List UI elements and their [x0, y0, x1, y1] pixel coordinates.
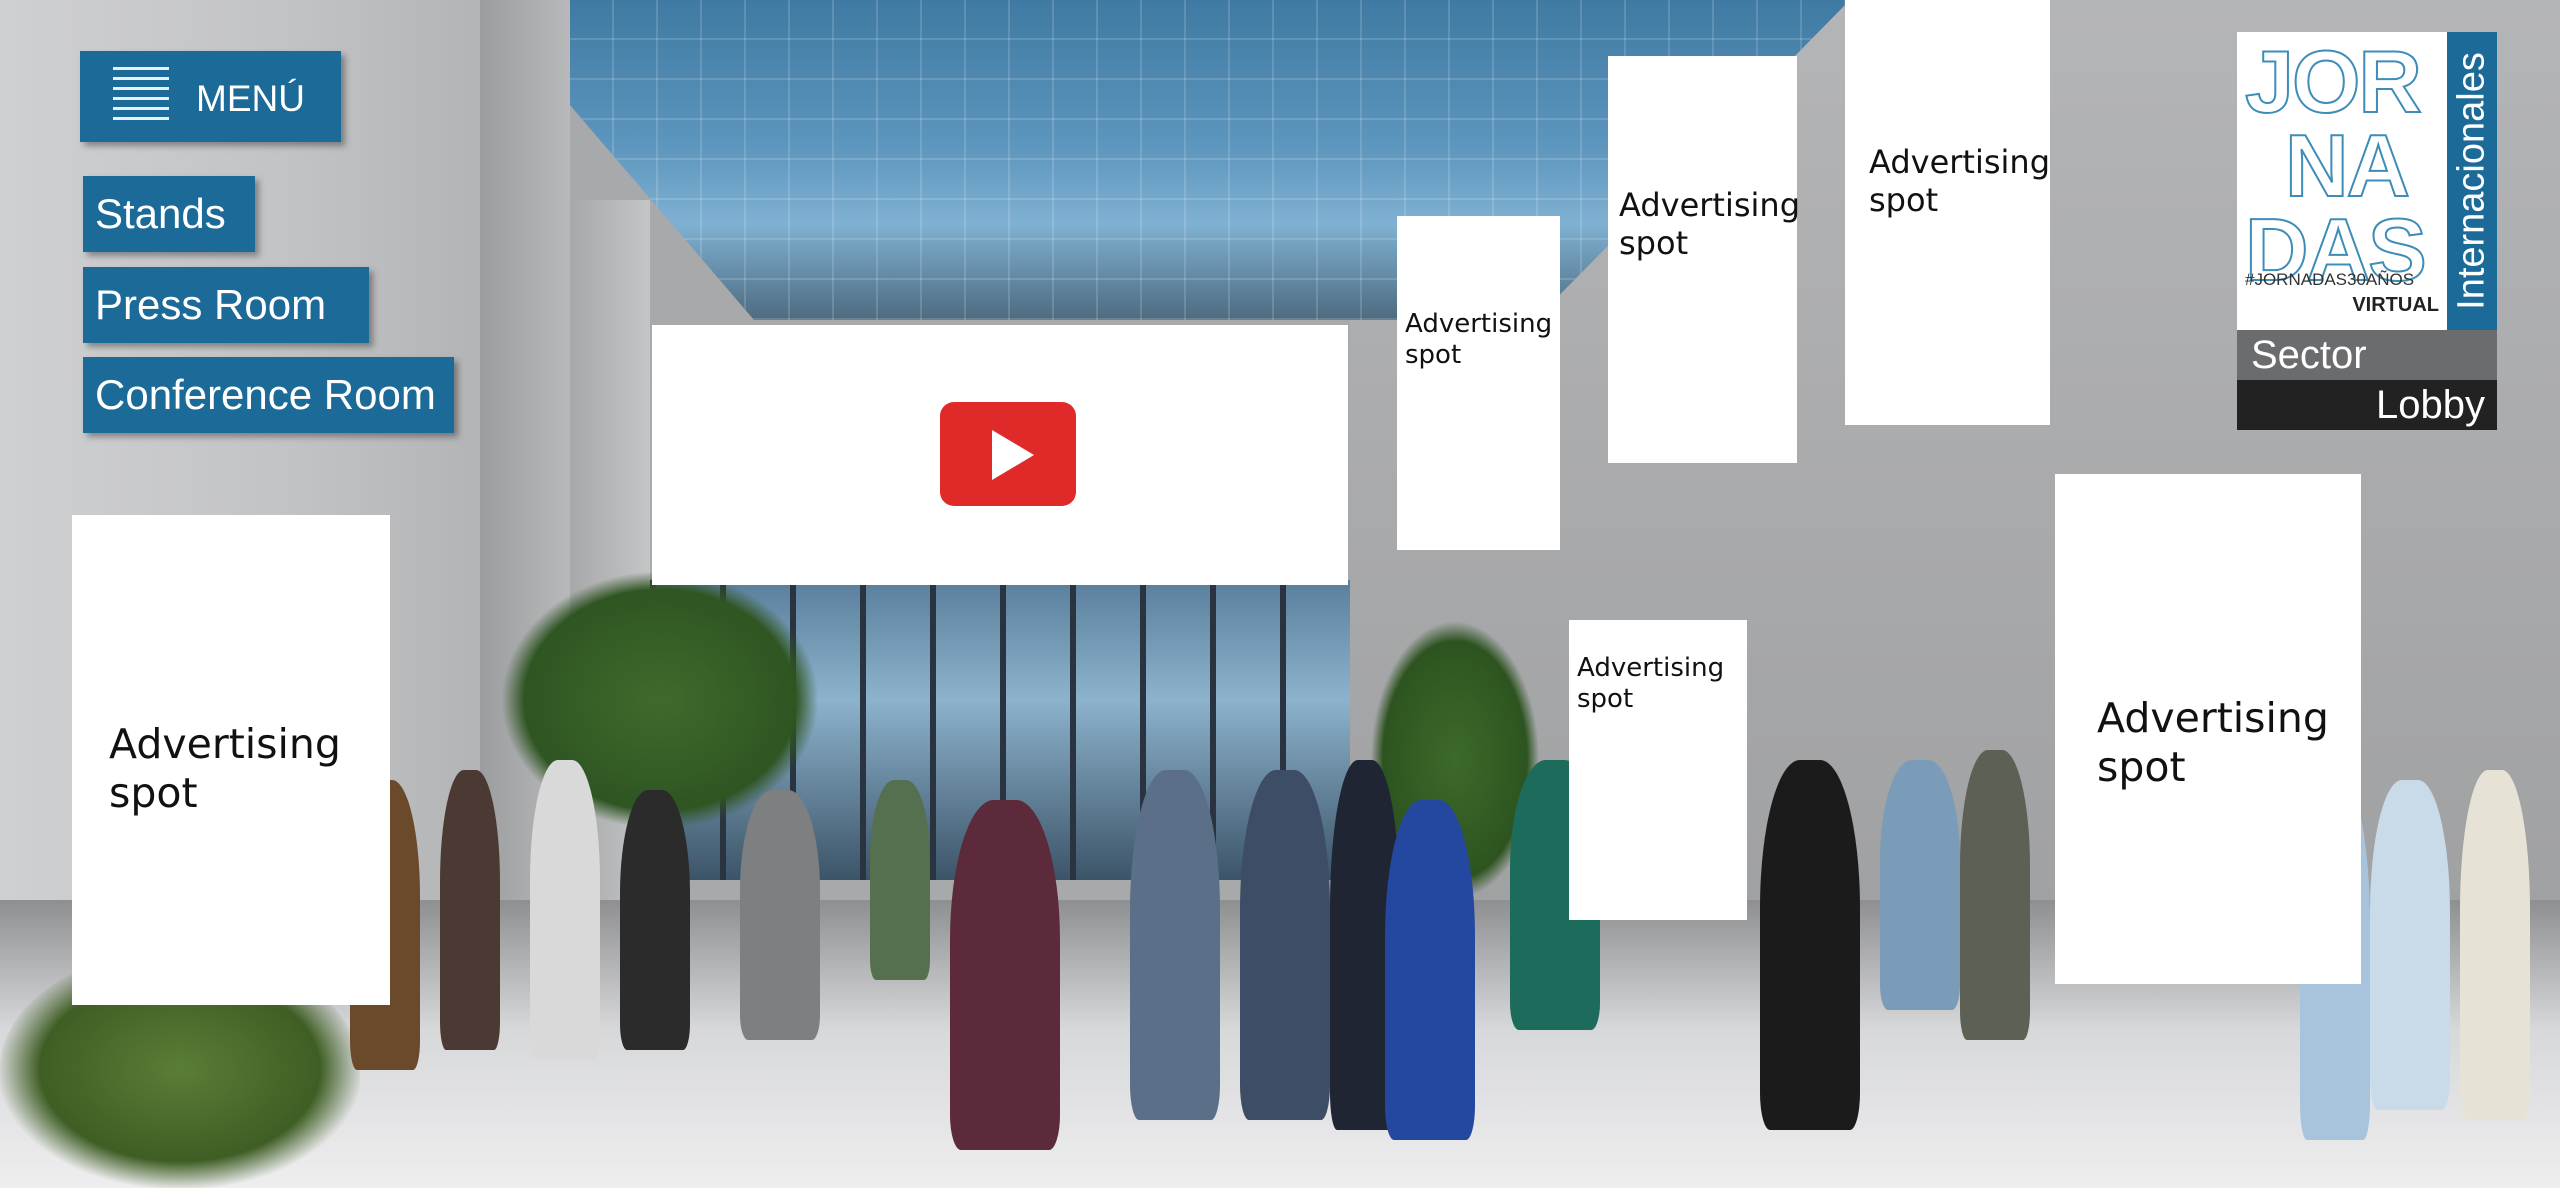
logo-hashtag: #JORNADAS30AÑOS [2245, 270, 2415, 289]
logo-line: JOR [2244, 32, 2423, 131]
visitor [1240, 770, 1330, 1120]
jornadas-logo: JOR NA DAS #JORNADAS30AÑOS VIRTUAL Inter… [2237, 32, 2497, 430]
logo-vertical-text: Internacionales [2450, 52, 2493, 310]
hamburger-icon [113, 67, 169, 125]
advertising-spot-right[interactable]: Advertising spot [2055, 474, 2361, 984]
logo-panel: JOR NA DAS #JORNADAS30AÑOS VIRTUAL [2237, 32, 2447, 330]
advertising-spot-label: Advertising spot [1869, 143, 2051, 220]
menu-label: MENÚ [196, 78, 305, 119]
advertising-spot-center-tall[interactable]: Advertising spot [1608, 56, 1801, 463]
visitor [530, 760, 600, 1060]
advertising-spot-label: Advertising spot [1405, 309, 1553, 371]
stands-button[interactable]: Stands [83, 176, 255, 252]
visitor [1385, 800, 1475, 1140]
youtube-play-icon[interactable] [940, 402, 1076, 506]
logo-lobby: Lobby [2237, 380, 2497, 430]
visitor [950, 800, 1060, 1150]
advertising-spot-center-small[interactable]: Advertising spot [1397, 216, 1560, 550]
advertising-spot-top-right[interactable]: Advertising spot [1845, 0, 2050, 425]
menu-button[interactable]: MENÚ [80, 51, 341, 142]
advertising-spot-label: Advertising spot [1577, 653, 1725, 715]
logo-virtual: VIRTUAL [2352, 294, 2439, 316]
virtual-lobby-scene: Advertising spot Advertising spot Advert… [0, 0, 2560, 1188]
advertising-spot-label: Advertising spot [109, 720, 341, 818]
visitor [2370, 780, 2450, 1110]
logo-sector: Sector [2237, 330, 2497, 380]
conference-room-button[interactable]: Conference Room [83, 357, 454, 433]
visitor [1960, 750, 2030, 1040]
logo-wordmark: JOR NA DAS [2244, 32, 2445, 295]
advertising-spot-mid-small[interactable]: Advertising spot [1569, 620, 1747, 920]
logo-vertical-band: Internacionales [2447, 32, 2497, 330]
visitor [2460, 770, 2530, 1120]
video-screen [652, 325, 1348, 585]
visitor [1880, 760, 1960, 1010]
visitor [870, 780, 930, 980]
advertising-spot-left[interactable]: Advertising spot [72, 515, 390, 1005]
visitor [620, 790, 690, 1050]
advertising-spot-label: Advertising spot [1619, 186, 1801, 263]
visitor [440, 770, 500, 1050]
visitor [740, 790, 820, 1040]
visitor [1760, 760, 1860, 1130]
advertising-spot-label: Advertising spot [2097, 694, 2329, 792]
logo-line: NA [2284, 116, 2411, 215]
press-room-button[interactable]: Press Room [83, 267, 369, 343]
visitor [1130, 770, 1220, 1120]
